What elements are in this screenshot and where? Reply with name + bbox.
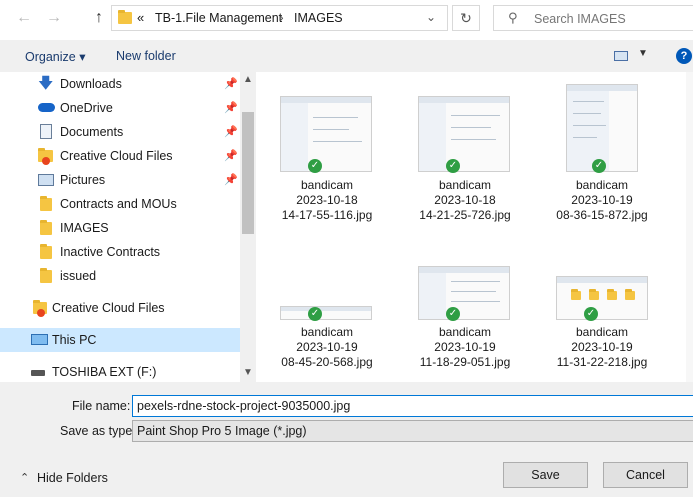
nav-label: Creative Cloud Files	[52, 301, 165, 315]
file-name-value: pexels-rdne-stock-project-9035000.jpg	[137, 399, 351, 413]
search-icon: ⚲	[508, 10, 518, 25]
view-options-dropdown[interactable]: ▼	[638, 48, 648, 59]
save-button[interactable]: Save	[503, 462, 588, 488]
nav-item-creative-cloud-root[interactable]: Creative Cloud Files	[0, 296, 240, 320]
nav-scrollbar-thumb[interactable]	[242, 112, 254, 234]
nav-label: Contracts and MOUs	[60, 197, 177, 211]
save-type-select[interactable]: Paint Shop Pro 5 Image (*.jpg)	[132, 420, 693, 442]
file-thumbnail[interactable]	[280, 306, 372, 320]
nav-label: Inactive Contracts	[60, 245, 161, 259]
file-thumbnail[interactable]	[418, 96, 510, 172]
cloud-icon	[38, 103, 55, 112]
breadcrumb-current[interactable]: IMAGES	[294, 11, 343, 25]
download-icon: 🡇	[38, 75, 54, 92]
help-icon[interactable]: ?	[676, 48, 692, 64]
sync-check-icon: ✓	[592, 159, 606, 173]
breadcrumb-overflow[interactable]: «	[137, 10, 144, 25]
file-name-1[interactable]: bandicam 2023-10-18 14-17-55-116.jpg	[262, 178, 392, 223]
nav-label: OneDrive	[60, 101, 113, 115]
back-button[interactable]: ←	[14, 8, 34, 28]
pc-icon	[31, 334, 48, 345]
folder-icon	[40, 196, 52, 211]
pin-icon: 📌	[224, 174, 238, 186]
search-input[interactable]: ⚲ Search IMAGES	[493, 5, 693, 31]
nav-item-inactive-contracts[interactable]: Inactive Contracts	[0, 240, 240, 264]
pin-icon: 📌	[224, 102, 238, 114]
creative-cloud-badge	[42, 157, 50, 165]
refresh-button[interactable]: ↻	[452, 5, 480, 31]
nav-label: issued	[60, 269, 97, 283]
file-name-3[interactable]: bandicam 2023-10-19 08-36-15-872.jpg	[537, 178, 667, 223]
scroll-down-icon[interactable]: ▼	[243, 367, 253, 378]
forward-button[interactable]: →	[44, 8, 64, 28]
save-type-label: Save as type:	[60, 424, 136, 438]
hide-folders-button[interactable]: Hide Folders	[37, 471, 108, 485]
folder-icon	[118, 10, 132, 24]
new-folder-button[interactable]: New folder	[116, 49, 176, 63]
nav-label: TOSHIBA EXT (F:)	[52, 365, 157, 379]
folder-icon	[40, 244, 52, 259]
scroll-up-icon[interactable]: ▲	[243, 74, 253, 85]
nav-item-onedrive[interactable]: OneDrive 📌	[0, 96, 240, 120]
file-thumbnail[interactable]	[280, 96, 372, 172]
address-bar[interactable]: « TB-1.File Management › IMAGES ⌄	[111, 5, 448, 31]
view-options-icon[interactable]	[614, 51, 628, 61]
creative-cloud-badge	[37, 309, 45, 317]
organize-button[interactable]: Organize ▾	[25, 49, 85, 64]
file-name-5[interactable]: bandicam 2023-10-19 11-18-29-051.jpg	[400, 325, 530, 370]
folder-icon	[40, 268, 52, 283]
sync-check-icon: ✓	[308, 159, 322, 173]
file-thumbnail[interactable]	[556, 276, 648, 320]
nav-label: IMAGES	[60, 221, 109, 235]
breadcrumb-separator: ›	[279, 9, 284, 25]
file-name-4[interactable]: bandicam 2023-10-19 08-45-20-568.jpg	[262, 325, 392, 370]
files-scrollbar[interactable]	[686, 72, 693, 382]
nav-item-contracts-and-mous[interactable]: Contracts and MOUs	[0, 192, 240, 216]
command-bar: Organize ▾ New folder ▼ ?	[0, 40, 693, 72]
nav-item-downloads[interactable]: 🡇 Downloads 📌	[0, 72, 240, 96]
nav-item-pictures[interactable]: Pictures 📌	[0, 168, 240, 192]
sync-check-icon: ✓	[446, 159, 460, 173]
file-name-6[interactable]: bandicam 2023-10-19 11-31-22-218.jpg	[537, 325, 667, 370]
refresh-icon: ↻	[460, 10, 472, 26]
chevron-up-icon[interactable]: ⌃	[20, 471, 29, 484]
nav-item-images[interactable]: IMAGES	[0, 216, 240, 240]
chevron-down-icon[interactable]: ⌄	[426, 10, 436, 24]
save-type-value: Paint Shop Pro 5 Image (*.jpg)	[137, 424, 307, 438]
pin-icon: 📌	[224, 150, 238, 162]
nav-label: This PC	[52, 333, 97, 347]
nav-item-issued[interactable]: issued	[0, 264, 240, 288]
navigation-pane: 🡇 Downloads 📌 OneDrive 📌 Documents 📌 Cre…	[0, 72, 256, 382]
file-name-2[interactable]: bandicam 2023-10-18 14-21-25-726.jpg	[400, 178, 530, 223]
pictures-icon	[38, 174, 54, 186]
cancel-button[interactable]: Cancel	[603, 462, 688, 488]
nav-label: Pictures	[60, 173, 106, 187]
pin-icon: 📌	[224, 126, 238, 138]
nav-scrollbar[interactable]: ▲ ▼	[240, 72, 256, 382]
file-thumbnail[interactable]	[418, 266, 510, 320]
nav-item-toshiba-ext[interactable]: TOSHIBA EXT (F:)	[0, 360, 240, 384]
document-icon	[40, 124, 52, 139]
file-name-label: File name:	[72, 399, 131, 413]
sync-check-icon: ✓	[446, 307, 460, 321]
sync-check-icon: ✓	[584, 307, 598, 321]
file-name-input[interactable]: pexels-rdne-stock-project-9035000.jpg	[132, 395, 693, 417]
pin-icon: 📌	[224, 78, 238, 90]
breadcrumb-parent[interactable]: TB-1.File Management	[155, 11, 282, 25]
nav-label: Creative Cloud Files	[60, 149, 173, 163]
nav-item-documents[interactable]: Documents 📌	[0, 120, 240, 144]
save-panel: File name: pexels-rdne-stock-project-903…	[0, 382, 693, 497]
drive-icon	[31, 370, 45, 376]
nav-label: Documents	[60, 125, 124, 139]
sync-check-icon: ✓	[308, 307, 322, 321]
up-button[interactable]: ↑	[89, 8, 109, 28]
folder-icon	[40, 220, 52, 235]
nav-item-this-pc[interactable]: This PC	[0, 328, 240, 352]
search-placeholder: Search IMAGES	[534, 12, 626, 26]
nav-item-creative-cloud[interactable]: Creative Cloud Files 📌	[0, 144, 240, 168]
nav-label: Downloads	[60, 77, 122, 91]
